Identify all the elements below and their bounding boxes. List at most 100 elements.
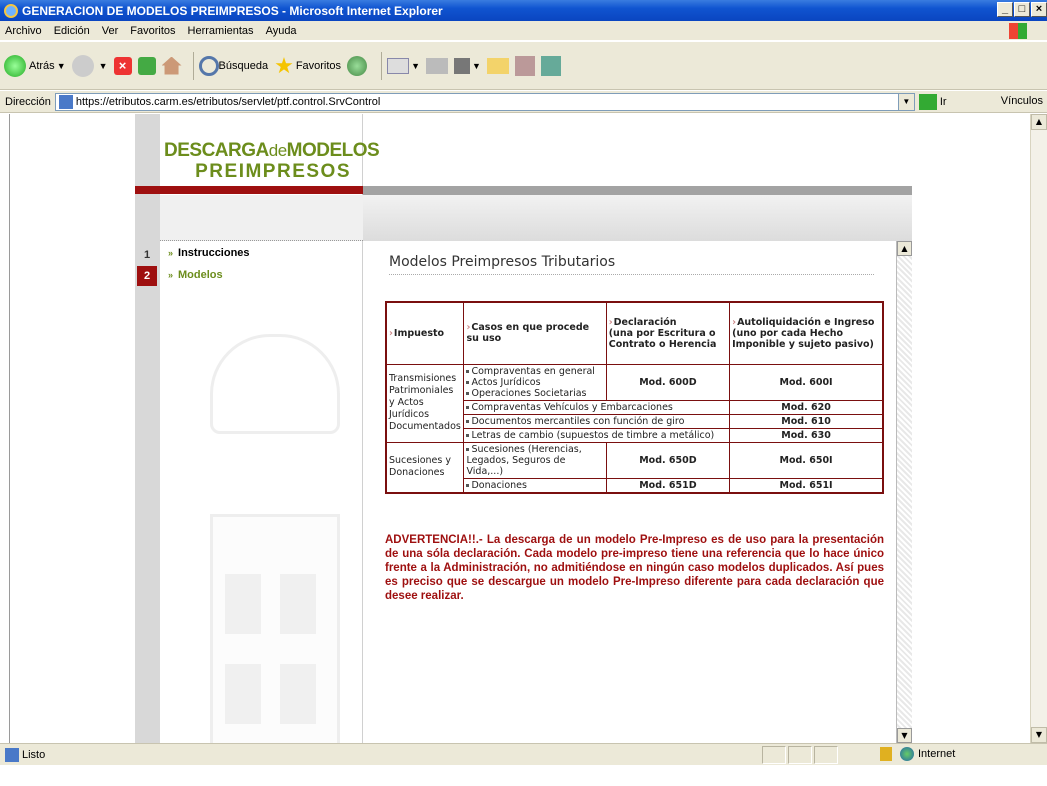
menu-favoritos[interactable]: Favoritos	[130, 25, 175, 37]
grey-column	[135, 114, 160, 743]
nav-number-1: 1	[143, 249, 151, 261]
header-autoliquidacion: ›Autoliquidación e Ingreso (uno por cada …	[729, 301, 884, 365]
logo-line-1: DESCARGAdeMODELOS	[164, 140, 380, 161]
zone-label: Internet	[918, 748, 956, 760]
messenger-button[interactable]	[540, 55, 561, 76]
address-input[interactable]: https://etributos.carm.es/etributos/serv…	[54, 92, 915, 111]
menu-herramientas[interactable]: Herramientas	[188, 25, 254, 37]
nav-item-modelos[interactable]: » Modelos	[168, 269, 223, 281]
close-button[interactable]: ×	[1031, 2, 1047, 17]
toolbar-separator	[381, 51, 383, 80]
home-button[interactable]	[161, 56, 182, 75]
crest-watermark	[210, 334, 340, 743]
window-title: GENERACION DE MODELOS PREIMPRESOS - Micr…	[22, 3, 443, 18]
menu-ayuda[interactable]: Ayuda	[266, 25, 297, 37]
menu-ver[interactable]: Ver	[102, 25, 119, 37]
table-row: Transmisiones Patrimoniales y Actos Jurí…	[385, 363, 884, 443]
model-link-610[interactable]: Mod. 610	[729, 413, 884, 429]
folder-button[interactable]	[486, 57, 509, 74]
frame-scrollbar[interactable]: ▲ ▼	[896, 241, 912, 743]
links-button[interactable]: Vínculos	[1001, 95, 1043, 107]
cases-cell: Compraventas Vehículos y Embarcaciones	[463, 399, 731, 415]
research-icon	[514, 55, 535, 76]
nav-item-label: Instrucciones	[178, 247, 250, 259]
header-declaracion: ›Declaración (una por Escritura o Contrat…	[605, 301, 731, 365]
nav-item-instrucciones[interactable]: » Instrucciones	[168, 247, 250, 259]
stop-button[interactable]: ×	[113, 56, 132, 75]
windows-logo-icon	[1009, 23, 1027, 39]
model-link-651d[interactable]: Mod. 651D	[605, 477, 731, 493]
status-bar: Listo Internet	[0, 743, 1047, 765]
globe-icon	[900, 747, 914, 761]
favorites-label: Favoritos	[295, 59, 342, 72]
minimize-button[interactable]: _	[997, 2, 1013, 17]
forward-button[interactable]: ▼	[71, 54, 108, 77]
scroll-down-button[interactable]: ▼	[897, 728, 912, 743]
go-label: Ir	[939, 95, 947, 108]
impuesto-cell: Transmisiones Patrimoniales y Actos Jurí…	[385, 363, 465, 443]
bullet-icon: »	[168, 270, 174, 280]
cases-cell: Compraventas en general Actos Jurídicos …	[463, 363, 607, 401]
media-button[interactable]	[347, 55, 370, 76]
cases-cell: Donaciones	[463, 477, 607, 493]
model-link-600i[interactable]: Mod. 600I	[729, 363, 884, 401]
scroll-up-button[interactable]: ▲	[1031, 114, 1047, 130]
warning-text: ADVERTENCIA!!.- La descarga de un modelo…	[385, 534, 884, 602]
research-button[interactable]	[514, 55, 535, 76]
search-button[interactable]: Búsqueda	[198, 55, 269, 76]
model-link-600d[interactable]: Mod. 600D	[605, 363, 731, 401]
stop-icon: ×	[113, 56, 132, 75]
menu-bar: Archivo Edición Ver Favoritos Herramient…	[0, 21, 1047, 41]
back-arrow-icon	[4, 54, 26, 77]
model-link-650i[interactable]: Mod. 650I	[729, 441, 884, 479]
mail-icon	[387, 57, 410, 74]
chevron-down-icon[interactable]: ▼	[57, 61, 66, 71]
messenger-icon	[540, 55, 561, 76]
content-frame: Modelos Preimpresos Tributarios ›Impuest…	[363, 241, 912, 743]
page-title: Modelos Preimpresos Tributarios	[389, 254, 874, 275]
cases-cell: Letras de cambio (supuestos de timbre a …	[463, 427, 731, 443]
nav-number-2: 2	[137, 266, 157, 286]
address-label: Dirección	[5, 95, 51, 108]
back-button[interactable]: Atrás ▼	[4, 54, 66, 77]
impuesto-cell: Sucesiones y Donaciones	[385, 441, 465, 493]
address-dropdown-button[interactable]: ▼	[897, 93, 914, 110]
go-button[interactable]: Ir	[918, 93, 947, 110]
search-label: Búsqueda	[218, 59, 269, 72]
chevron-down-icon[interactable]: ▼	[99, 61, 108, 71]
refresh-button[interactable]	[137, 56, 156, 75]
model-link-650d[interactable]: Mod. 650D	[605, 441, 731, 479]
address-bar: Dirección https://etributos.carm.es/etri…	[0, 91, 1047, 113]
forward-arrow-icon	[71, 54, 94, 77]
page-left-gutter	[10, 114, 135, 743]
scroll-up-button[interactable]: ▲	[897, 241, 912, 256]
star-icon: ★	[274, 52, 294, 78]
window-titlebar: GENERACION DE MODELOS PREIMPRESOS - Micr…	[0, 0, 1047, 21]
maximize-button[interactable]: □	[1014, 2, 1030, 17]
favorites-button[interactable]: ★ Favoritos	[274, 52, 342, 78]
edit-button[interactable]: ▼	[453, 57, 481, 74]
folder-icon	[486, 57, 509, 74]
logo-line-2: PREIMPRESOS	[195, 161, 351, 182]
scroll-down-button[interactable]: ▼	[1031, 727, 1047, 743]
security-zone: Internet	[880, 747, 955, 761]
model-link-651i[interactable]: Mod. 651I	[729, 477, 884, 493]
model-link-620[interactable]: Mod. 620	[729, 399, 884, 415]
chevron-down-icon[interactable]: ▼	[472, 61, 481, 71]
menu-archivo[interactable]: Archivo	[5, 25, 42, 37]
status-pane	[814, 746, 838, 764]
grey-header-bar	[363, 186, 912, 195]
sidebar-band	[160, 195, 363, 241]
mail-button[interactable]: ▼	[387, 57, 420, 74]
menu-edicion[interactable]: Edición	[54, 25, 90, 37]
site-logo: DESCARGAdeMODELOS PREIMPRESOS	[160, 140, 380, 186]
page-viewport: DESCARGAdeMODELOS PREIMPRESOS 1 2 » Instr…	[0, 114, 1047, 743]
table-row: Sucesiones y Donaciones Sucesiones (Here…	[385, 441, 884, 493]
edit-icon	[453, 57, 470, 74]
chevron-down-icon[interactable]: ▼	[411, 61, 420, 71]
address-url[interactable]: https://etributos.carm.es/etributos/serv…	[76, 96, 380, 108]
window-scrollbar[interactable]: ▲ ▼	[1030, 114, 1047, 743]
print-button[interactable]	[425, 57, 448, 74]
model-link-630[interactable]: Mod. 630	[729, 427, 884, 443]
go-arrow-icon	[918, 93, 937, 110]
